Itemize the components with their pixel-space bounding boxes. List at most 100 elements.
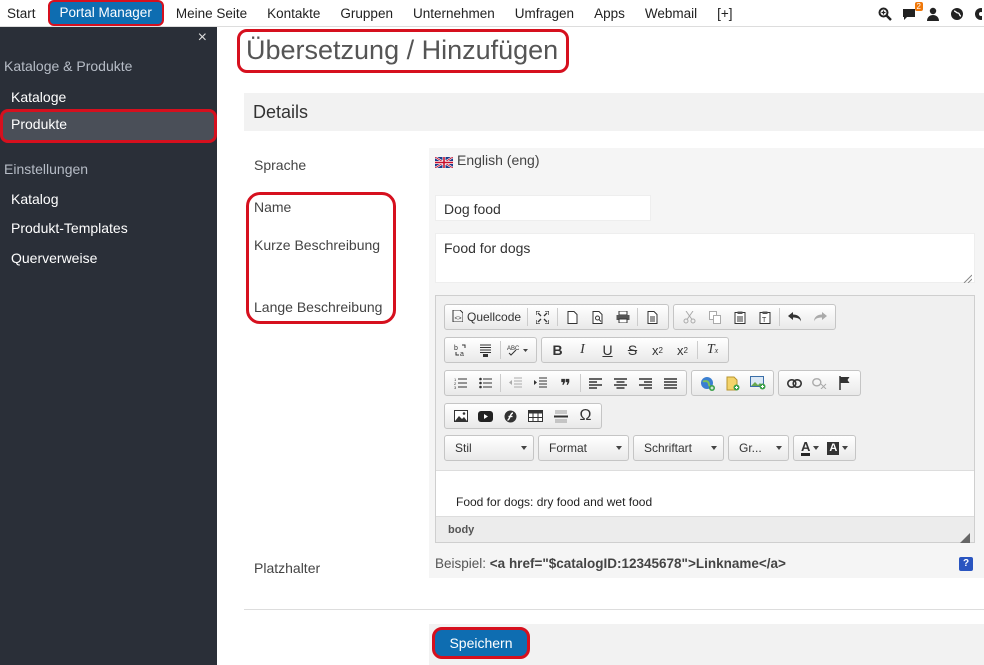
- spellcheck-icon[interactable]: ABC: [503, 339, 533, 361]
- nav-apps[interactable]: Apps: [584, 0, 635, 27]
- templates-icon[interactable]: [640, 306, 665, 328]
- toolbar-group-insert: Ω: [444, 403, 602, 429]
- cut-icon[interactable]: [677, 306, 702, 328]
- superscript-icon[interactable]: x2: [670, 339, 695, 361]
- user-icon[interactable]: [926, 7, 940, 21]
- table-icon[interactable]: [523, 405, 548, 427]
- globe-icon[interactable]: [950, 7, 964, 21]
- placeholder-code: <a href="$catalogID:12345678">Linkname</…: [489, 556, 786, 571]
- source-button[interactable]: <> Quellcode: [448, 306, 525, 328]
- zoom-search-icon[interactable]: [878, 7, 892, 21]
- element-path-body[interactable]: body: [448, 524, 474, 536]
- settings-icon[interactable]: [974, 7, 982, 21]
- blockquote-icon[interactable]: ❞: [553, 372, 578, 396]
- remove-format-icon[interactable]: Tx: [700, 339, 725, 361]
- insert-link-globe-icon[interactable]: [695, 372, 720, 394]
- svg-text:3: 3: [454, 385, 457, 389]
- sidebar-item-querverweise[interactable]: Querverweise: [0, 243, 217, 273]
- short-description-textarea[interactable]: Food for dogs: [435, 233, 975, 284]
- separator: [500, 374, 501, 392]
- editor-content-text: Food for dogs: dry food and wet food: [456, 495, 653, 509]
- sidebar-item-produkte[interactable]: Produkte: [0, 109, 217, 143]
- paste-text-icon[interactable]: T: [752, 306, 777, 328]
- flash-icon[interactable]: [498, 405, 523, 427]
- nav-webmail[interactable]: Webmail: [635, 0, 707, 27]
- font-combo-label: Schriftart: [644, 441, 693, 455]
- subscript-icon[interactable]: x2: [645, 339, 670, 361]
- resize-grip-icon[interactable]: [962, 270, 973, 284]
- find-replace-icon[interactable]: ba: [448, 339, 473, 361]
- short-description-text: Food for dogs: [444, 240, 531, 256]
- bulleted-list-icon[interactable]: [473, 372, 498, 394]
- maximize-icon[interactable]: [530, 306, 555, 328]
- sidebar-close-icon[interactable]: ×: [198, 29, 207, 47]
- editor-resize-icon[interactable]: [960, 527, 970, 543]
- image-icon[interactable]: [448, 405, 473, 427]
- separator: [637, 308, 639, 326]
- font-size-combo[interactable]: Gr...: [728, 435, 789, 461]
- copy-icon[interactable]: [702, 306, 727, 328]
- special-char-icon[interactable]: Ω: [573, 405, 598, 427]
- bold-icon[interactable]: B: [545, 339, 570, 361]
- svg-text:b: b: [454, 345, 458, 352]
- sidebar-item-katalog[interactable]: Katalog: [0, 184, 217, 214]
- numbered-list-icon[interactable]: 123: [448, 372, 473, 394]
- toolbar-group-links: [778, 370, 861, 396]
- align-center-icon[interactable]: [608, 372, 633, 394]
- print-icon[interactable]: [610, 306, 635, 328]
- language-label: Sprache: [254, 157, 307, 173]
- italic-icon[interactable]: I: [570, 339, 595, 361]
- horizontal-rule-icon[interactable]: [548, 405, 573, 427]
- outdent-icon[interactable]: [503, 372, 528, 394]
- help-icon[interactable]: ?: [959, 557, 973, 571]
- paste-icon[interactable]: [727, 306, 752, 328]
- anchor-flag-icon[interactable]: [832, 372, 857, 394]
- align-right-icon[interactable]: [633, 372, 658, 394]
- chat-badge: 2: [914, 1, 923, 11]
- sidebar-item-produkt-templates[interactable]: Produkt-Templates: [0, 213, 217, 243]
- nav-unternehmen[interactable]: Unternehmen: [403, 0, 505, 27]
- background-color-button[interactable]: A: [823, 437, 852, 459]
- divider: [244, 609, 984, 610]
- toolbar-row-2: ba ABC B I U S x2 x2 Tx: [444, 337, 729, 363]
- font-combo[interactable]: Schriftart: [633, 435, 724, 461]
- new-page-icon[interactable]: [560, 306, 585, 328]
- toolbar-group-document: <> Quellcode: [444, 304, 670, 330]
- nav-gruppen[interactable]: Gruppen: [330, 0, 403, 27]
- youtube-icon[interactable]: [473, 405, 498, 427]
- preview-icon[interactable]: [585, 306, 610, 328]
- nav-more[interactable]: [+]: [707, 0, 742, 27]
- insert-image-green-icon[interactable]: [745, 372, 770, 394]
- sidebar-item-kataloge[interactable]: Kataloge: [0, 82, 217, 112]
- separator: [697, 341, 698, 359]
- indent-icon[interactable]: [528, 372, 553, 394]
- strike-icon[interactable]: S: [620, 339, 645, 361]
- select-all-icon[interactable]: [473, 339, 498, 361]
- insert-file-icon[interactable]: [720, 372, 745, 394]
- link-icon[interactable]: [782, 372, 807, 394]
- svg-text:T: T: [762, 317, 767, 324]
- toolbar-group-basic-styles: B I U S x2 x2 Tx: [541, 337, 729, 363]
- long-description-editor: <> Quellcode T ba ABC B I U S x 2 x 2 T …: [435, 295, 975, 543]
- align-left-icon[interactable]: [583, 372, 608, 394]
- toolbar-group-colors: A A: [793, 435, 857, 461]
- save-button[interactable]: Speichern: [432, 627, 530, 659]
- unlink-icon[interactable]: [807, 372, 832, 394]
- chevron-down-icon: [842, 446, 849, 450]
- text-color-button[interactable]: A: [797, 437, 823, 459]
- placeholder-example: Beispiel: <a href="$catalogID:12345678">…: [435, 556, 786, 571]
- undo-icon[interactable]: [782, 306, 807, 328]
- format-combo[interactable]: Format: [538, 435, 629, 461]
- justify-icon[interactable]: [658, 372, 683, 394]
- name-input[interactable]: Dog food: [435, 195, 651, 221]
- nav-meine-seite[interactable]: Meine Seite: [166, 0, 257, 27]
- chat-icon[interactable]: 2: [902, 1, 923, 21]
- nav-umfragen[interactable]: Umfragen: [505, 0, 584, 27]
- editor-content[interactable]: Food for dogs: dry food and wet food: [436, 470, 974, 516]
- nav-portal-manager[interactable]: Portal Manager: [47, 0, 164, 26]
- style-combo[interactable]: Stil: [444, 435, 534, 461]
- underline-icon[interactable]: U: [595, 339, 620, 361]
- nav-kontakte[interactable]: Kontakte: [257, 0, 330, 27]
- nav-start[interactable]: Start: [0, 0, 46, 27]
- redo-icon[interactable]: [807, 306, 832, 328]
